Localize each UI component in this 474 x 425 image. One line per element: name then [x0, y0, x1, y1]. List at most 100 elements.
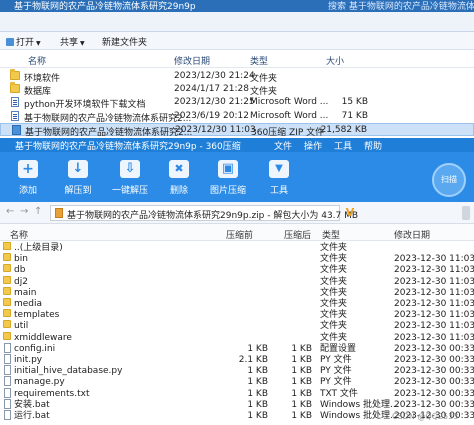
scan-button[interactable]: 扫描	[432, 163, 466, 197]
scrollbar-thumb[interactable]	[462, 206, 470, 220]
new-folder-button[interactable]: 新建文件夹	[102, 35, 147, 48]
menu-help[interactable]: 帮助	[364, 139, 382, 152]
file-row[interactable]: 环境软件 2023/12/30 21:24 文件夹	[0, 69, 474, 84]
file-row[interactable]: python开发环境软件下载文档 2023/12/30 21:25 Microsof…	[0, 96, 474, 110]
parent-directory-row[interactable]: ..(上级目录) 文件夹	[0, 242, 474, 254]
archive-entry-row[interactable]: main 文件夹 2023-12-30 11:03	[0, 286, 474, 299]
file-name: 基于物联网的农产品冷链物流体系研究2...	[25, 128, 193, 138]
archive-entry-row[interactable]: media 文件夹 2023-12-30 11:03	[0, 298, 474, 310]
up-arrow-icon[interactable]: ↑	[34, 206, 42, 217]
entry-type: 文件夹	[320, 310, 348, 321]
entry-type: 文件夹	[320, 254, 348, 265]
entry-date: 2023-12-30 11:03	[394, 276, 474, 287]
archive-entry-row[interactable]: util 文件夹 2023-12-30 11:03	[0, 320, 474, 332]
archive-entry-row[interactable]: bin 文件夹 2023-12-30 11:03	[0, 253, 474, 265]
archive-entry-row[interactable]: templates 文件夹 2023-12-30 11:03	[0, 309, 474, 321]
chevron-down-icon: ▼	[80, 40, 85, 47]
file-type: 360压缩 ZIP 文件	[251, 128, 325, 138]
entry-name: dj2	[14, 276, 28, 287]
open-label: 打开	[16, 38, 35, 48]
entry-compressed-size: 2.1 KB	[238, 355, 268, 365]
delete-label: 删除	[169, 186, 188, 196]
entry-name: templates	[14, 310, 60, 321]
entry-date: 2023-12-30 11:03	[394, 254, 474, 265]
delete-icon	[169, 160, 189, 178]
file-date: 2024/1/17 21:28	[174, 84, 249, 94]
zip-column-header: 名称 压缩前 压缩后 类型 修改日期	[0, 224, 474, 241]
add-icon	[18, 160, 38, 178]
archive-path-field[interactable]: 基于物联网的农产品冷链物流体系研究29n9p.zip - 解包大小为 43.7 …	[50, 205, 358, 221]
folder-icon	[3, 320, 11, 329]
search-input[interactable]: 搜索 基于物联网的农产品冷链物流体...	[328, 0, 474, 12]
share-button[interactable]: 共享 ▼	[60, 35, 85, 48]
tools-button[interactable]: 工具	[257, 160, 301, 196]
zip-column-type[interactable]: 类型	[322, 228, 340, 241]
archive-entry-row[interactable]: requirements.txt 1 KB 1 KB TXT 文件 2023-12-30…	[0, 387, 474, 400]
file-type: Microsoft Word ...	[250, 111, 329, 121]
back-arrow-icon[interactable]: ←	[6, 206, 14, 217]
open-button[interactable]: 打开 ▼	[6, 35, 41, 48]
add-button[interactable]: 添加	[6, 160, 50, 196]
entry-original-size: 1 KB	[291, 366, 312, 377]
file-row[interactable]: 基于物联网的农产品冷链物流体系研究2... 2023/12/30 11:03 360…	[0, 123, 474, 138]
folder-icon	[3, 286, 11, 295]
entry-name: 安装.bat	[14, 399, 50, 410]
zip-column-date[interactable]: 修改日期	[394, 228, 430, 241]
explorer-title: 基于物联网的农产品冷链物流体系研究29n9p	[14, 2, 196, 12]
entry-date: 2023-12-30 00:33	[394, 343, 474, 354]
entry-date: 2023-12-30 00:33	[394, 377, 474, 388]
file-size: 15 KB	[341, 97, 368, 107]
archive-entry-row[interactable]: manage.py 1 KB 1 KB PY 文件 2023-12-30 00:33	[0, 376, 474, 388]
archive-entry-row[interactable]: xmiddleware 文件夹 2023-12-30 11:03	[0, 331, 474, 344]
file-row[interactable]: 数据库 2024/1/17 21:28 文件夹	[0, 82, 474, 97]
file-date: 2023/12/30 11:03	[175, 125, 256, 135]
file-row[interactable]: 基于物联网的农产品冷链物流体系研究2... 2023/6/19 20:12 Micr…	[0, 110, 474, 124]
zip-column-compressed[interactable]: 压缩前	[226, 228, 253, 241]
file-icon	[4, 354, 11, 364]
entry-name: xmiddleware	[14, 332, 72, 343]
extract-to-button[interactable]: 解压到	[56, 160, 100, 196]
image-compress-button[interactable]: 图片压缩	[206, 160, 250, 196]
archive-entry-row[interactable]: init.py 2.1 KB 1 KB PY 文件 2023-12-30 00:33	[0, 354, 474, 366]
extract-to-icon	[68, 160, 88, 178]
column-name[interactable]: 名称	[28, 54, 46, 67]
file-size: 21,582 KB	[320, 125, 367, 135]
explorer-column-header: 名称 修改日期 类型 大小	[0, 50, 474, 68]
folder-icon	[3, 331, 11, 340]
zip-title-bar: 基于物联网的农产品冷链物流体系研究29n9p - 360压缩 文件 操作 工具 …	[0, 138, 474, 152]
file-date: 2023/6/19 20:12	[174, 111, 249, 121]
entry-type: 文件夹	[320, 332, 348, 343]
archive-entry-row[interactable]: config.ini 1 KB 1 KB 配置设置 2023-12-30 00:33	[0, 342, 474, 355]
entry-date: 2023-12-30 11:03	[394, 265, 474, 276]
delete-button[interactable]: 删除	[157, 160, 201, 196]
archive-entry-row[interactable]: db 文件夹 2023-12-30 11:03	[0, 264, 474, 276]
archive-entry-row[interactable]: dj2 文件夹 2023-12-30 11:03	[0, 275, 474, 288]
file-date: 2023/12/30 21:25	[174, 97, 255, 107]
entry-compressed-size: 1 KB	[247, 399, 268, 410]
column-date[interactable]: 修改日期	[174, 54, 210, 67]
path-dropdown-icon[interactable]: V	[342, 205, 358, 221]
zip-column-original[interactable]: 压缩后	[284, 228, 311, 241]
menu-file[interactable]: 文件	[274, 139, 292, 152]
one-click-extract-button[interactable]: 一键解压	[108, 160, 152, 196]
menu-operate[interactable]: 操作	[304, 139, 322, 152]
file-size: 71 KB	[341, 111, 368, 121]
menu-tools[interactable]: 工具	[334, 139, 352, 152]
archive-path-text: 基于物联网的农产品冷链物流体系研究29n9p.zip - 解包大小为 43.7 …	[67, 211, 359, 221]
column-size[interactable]: 大小	[326, 54, 344, 67]
entry-date: 2023-12-30 11:03	[394, 321, 474, 332]
forward-arrow-icon[interactable]: →	[20, 206, 28, 217]
entry-original-size: 1 KB	[291, 377, 312, 388]
folder-icon	[3, 309, 11, 318]
explorer-address-bar	[0, 12, 474, 32]
archive-entry-row[interactable]: 安装.bat 1 KB 1 KB Windows 批处理... 2023-12-30 0…	[0, 398, 474, 411]
entry-compressed-size: 1 KB	[247, 388, 268, 399]
entry-name: 运行.bat	[14, 411, 50, 421]
entry-compressed-size: 1 KB	[247, 377, 268, 388]
column-type[interactable]: 类型	[250, 54, 268, 67]
entry-date: 2023-12-30 00:33	[394, 355, 474, 365]
zip-column-name[interactable]: 名称	[10, 228, 28, 241]
file-date: 2023/12/30 21:24	[174, 71, 255, 81]
one-click-extract-label: 一键解压	[111, 186, 148, 196]
archive-entry-row[interactable]: initial_hive_database.py 1 KB 1 KB PY 文件 202…	[0, 365, 474, 377]
